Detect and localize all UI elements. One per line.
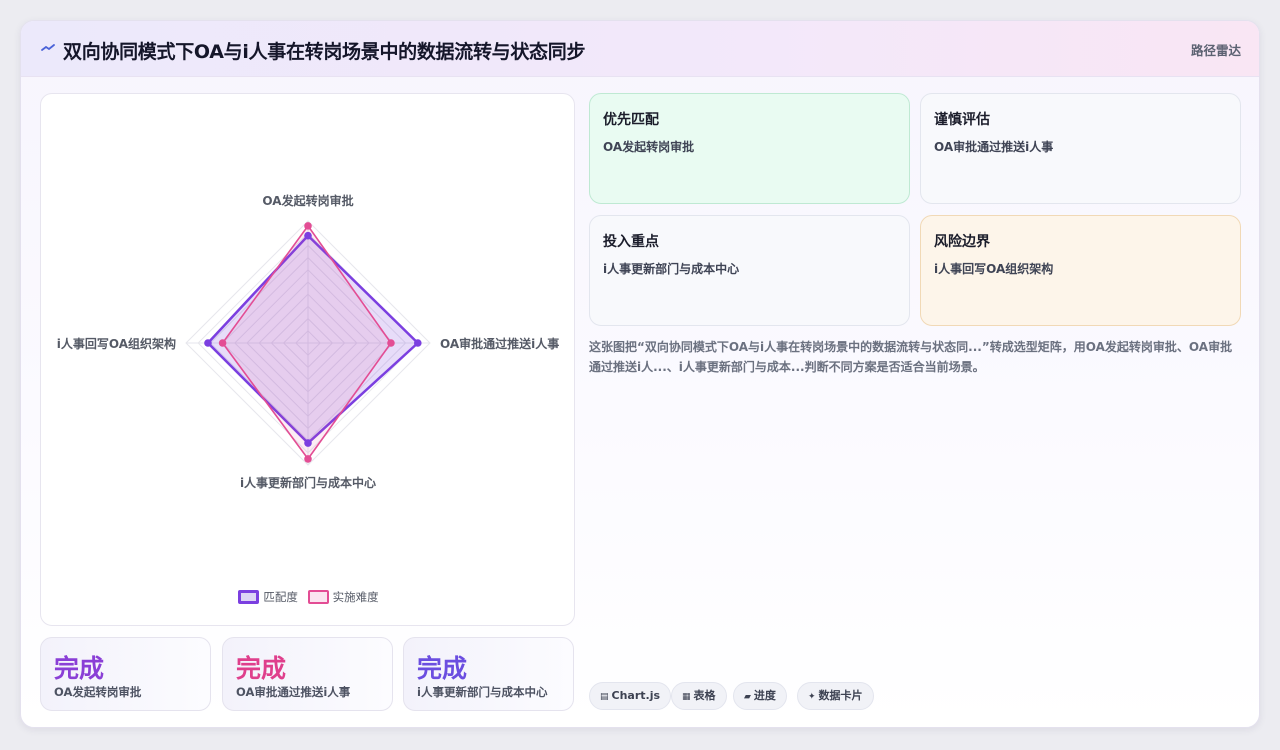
tile-subtitle: i人事更新部门与成本中心 [603, 262, 740, 276]
radar-data-point [414, 339, 422, 347]
tile-subtitle: OA审批通过推送i人事 [934, 140, 1054, 154]
main-card: 双向协同模式下OA与i人事在转岗场景中的数据流转与状态同步 路径雷达 OA发起转… [20, 20, 1260, 728]
chip-data-cards[interactable]: ✦ 数据卡片 [797, 682, 874, 710]
tile-title: 风险边界 [934, 234, 990, 250]
stat-value: 完成 [417, 654, 468, 683]
tile-investment-focus: 投入重点 i人事更新部门与成本中心 [589, 215, 910, 326]
stat-value: 完成 [236, 654, 287, 683]
tile-title: 谨慎评估 [934, 112, 990, 128]
stat-card-1: 完成 OA发起转岗审批 [40, 637, 211, 711]
chip-label: 进度 [753, 689, 776, 702]
radar-axis-label: i人事更新部门与成本中心 [240, 475, 376, 490]
tile-risk-boundary: 风险边界 i人事回写OA组织架构 [920, 215, 1241, 326]
stat-label: OA发起转岗审批 [54, 685, 142, 699]
sparkle-icon: ✦ [808, 692, 816, 702]
radar-data-point [387, 339, 395, 347]
legend-swatch-match [238, 590, 260, 604]
stat-card-2: 完成 OA审批通过推送i人事 [222, 637, 393, 711]
tile-title: 投入重点 [603, 234, 659, 250]
radar-data-point [304, 455, 312, 463]
chart-description: 这张图把“双向协同模式下OA与i人事在转岗场景中的数据流转与状态同...”转成选… [589, 340, 1233, 374]
pulse-icon [41, 44, 55, 51]
chip-label: 表格 [693, 689, 716, 702]
radar-axis-label: OA发起转岗审批 [262, 193, 353, 208]
radar-axis-label: OA审批通过推送i人事 [440, 336, 559, 351]
legend-label-difficulty: 实施难度 [332, 590, 379, 604]
chart-legend: 匹配度 实施难度 [41, 589, 576, 605]
radar-data-point [204, 339, 212, 347]
legend-swatch-difficulty [307, 590, 329, 604]
tile-subtitle: i人事回写OA组织架构 [934, 262, 1054, 276]
tile-priority-match: 优先匹配 OA发起转岗审批 [589, 93, 910, 204]
radar-data-point [304, 231, 312, 240]
chart-icon: ▤ [600, 692, 609, 702]
radar-data-point [218, 339, 227, 347]
chip-label: 数据卡片 [818, 689, 863, 702]
chip-table[interactable]: ▦ 表格 [671, 682, 727, 710]
legend-label-match: 匹配度 [263, 590, 298, 604]
page-title: 双向协同模式下OA与i人事在转岗场景中的数据流转与状态同步 [63, 41, 586, 63]
tile-subtitle: OA发起转岗审批 [603, 140, 695, 154]
tile-careful-evaluation: 谨慎评估 OA审批通过推送i人事 [920, 93, 1241, 204]
radar-series-area [221, 225, 392, 460]
tile-title: 优先匹配 [603, 112, 659, 128]
stat-card-3: 完成 i人事更新部门与成本中心 [403, 637, 574, 711]
progress-icon: ▰ [744, 692, 751, 702]
chip-progress[interactable]: ▰ 进度 [733, 682, 787, 710]
header-bar: 双向协同模式下OA与i人事在转岗场景中的数据流转与状态同步 路径雷达 [21, 21, 1259, 77]
stat-label: OA审批通过推送i人事 [236, 685, 351, 699]
legend-item-match[interactable]: 匹配度 [238, 589, 298, 605]
radar-chart-panel: OA发起转岗审批 OA审批通过推送i人事 i人事更新部门与成本中心 i人事回写OA组织… [40, 93, 575, 626]
stat-label: i人事更新部门与成本中心 [417, 685, 548, 699]
radar-axis-label: i人事回写OA组织架构 [57, 336, 176, 351]
view-tag: 路径雷达 [1190, 43, 1241, 58]
radar-data-point [304, 439, 312, 447]
legend-item-difficulty[interactable]: 实施难度 [307, 589, 379, 605]
chip-label: Chart.js [611, 689, 661, 702]
stat-value: 完成 [54, 654, 105, 683]
radar-data-point [304, 222, 312, 230]
radar-chart: OA发起转岗审批 OA审批通过推送i人事 i人事更新部门与成本中心 i人事回写OA组织… [57, 193, 560, 490]
chip-chartjs[interactable]: ▤ Chart.js [589, 682, 672, 710]
table-icon: ▦ [682, 692, 691, 702]
